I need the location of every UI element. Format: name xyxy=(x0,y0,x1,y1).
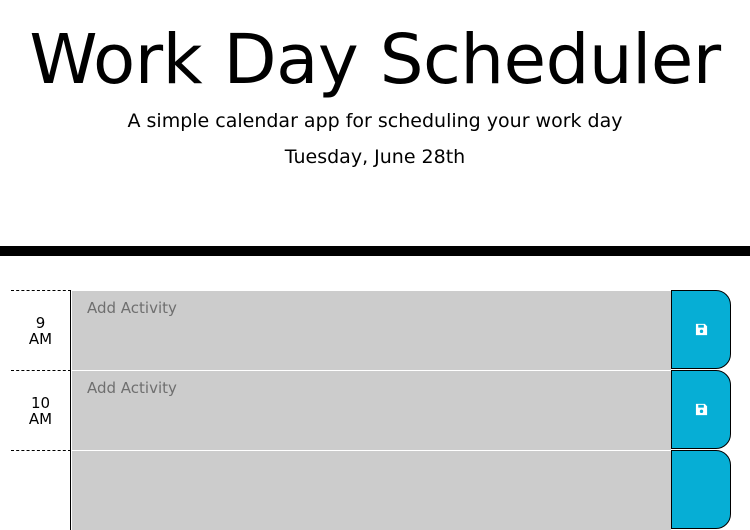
current-day: Tuesday, June 28th xyxy=(284,146,466,168)
header: Work Day Scheduler A simple calendar app… xyxy=(0,0,750,256)
hour-label: 9 AM xyxy=(11,290,71,370)
time-block-10am: 10 AM xyxy=(11,370,731,450)
activity-input[interactable] xyxy=(72,290,671,370)
hour-label xyxy=(11,450,71,530)
time-block-9am: 9 AM xyxy=(11,290,731,370)
save-button[interactable] xyxy=(671,450,731,529)
activity-input[interactable] xyxy=(72,450,671,530)
time-block-next xyxy=(11,450,731,530)
floppy-disk-icon xyxy=(695,403,707,416)
app-title: Work Day Scheduler xyxy=(29,20,721,100)
save-button[interactable] xyxy=(671,290,731,369)
hour-period: AM xyxy=(28,409,53,428)
app-subtitle: A simple calendar app for scheduling you… xyxy=(127,110,623,132)
hour-number: 9 xyxy=(35,313,46,332)
save-button[interactable] xyxy=(671,370,731,449)
hour-period: AM xyxy=(28,329,53,348)
activity-input[interactable] xyxy=(72,370,671,450)
floppy-disk-icon xyxy=(695,323,707,336)
hour-label: 10 AM xyxy=(11,370,71,450)
hour-number: 10 xyxy=(30,393,51,412)
